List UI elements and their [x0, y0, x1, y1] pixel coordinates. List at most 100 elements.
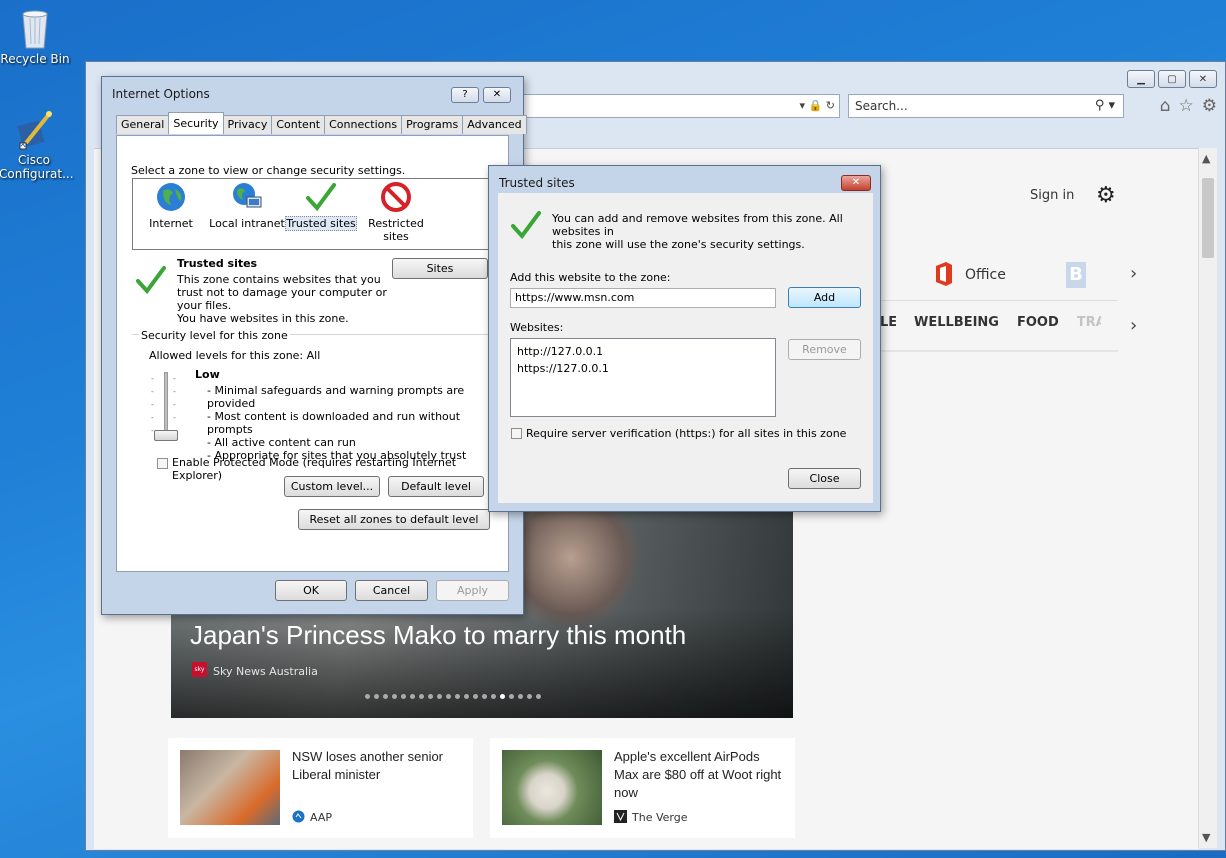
globe-icon [155, 181, 187, 213]
home-icon[interactable]: ⌂ [1160, 96, 1171, 116]
add-website-input[interactable]: https://www.msn.com [510, 288, 776, 308]
carousel-dot[interactable] [491, 694, 496, 699]
remove-button[interactable]: Remove [788, 339, 861, 360]
sites-button[interactable]: Sites [392, 258, 488, 279]
websites-list[interactable]: http://127.0.0.1 https://127.0.0.1 [510, 338, 776, 417]
carousel-dot[interactable] [500, 694, 505, 699]
carousel-dot[interactable] [374, 694, 379, 699]
dialog-close-button[interactable]: ✕ [483, 87, 511, 103]
scroll-down-icon[interactable]: ▼ [1202, 831, 1210, 844]
vertical-scrollbar[interactable]: ▲ ▼ [1198, 148, 1217, 848]
security-tab-page: Select a zone to view or change security… [116, 135, 509, 572]
nav-category[interactable]: FOOD [1017, 315, 1059, 330]
carousel-dot[interactable] [410, 694, 415, 699]
minimize-button[interactable]: ▁ [1127, 70, 1155, 88]
news-thumbnail [502, 750, 602, 825]
office-link[interactable]: Office [965, 267, 1006, 283]
tab-security[interactable]: Security [168, 112, 224, 134]
maximize-button[interactable]: ▢ [1158, 70, 1186, 88]
bing-tile-icon[interactable]: B [1066, 262, 1086, 288]
msn-settings-gear-icon[interactable]: ⚙ [1096, 183, 1116, 208]
refresh-icon[interactable]: ↻ [826, 99, 835, 112]
nav-category[interactable]: LE [880, 315, 896, 330]
default-level-button[interactable]: Default level [388, 476, 484, 497]
recycle-bin-icon [13, 6, 57, 50]
website-item[interactable]: https://127.0.0.1 [517, 360, 769, 377]
favorites-star-icon[interactable]: ☆ [1179, 96, 1194, 116]
restricted-icon [380, 181, 412, 213]
tab-connections[interactable]: Connections [324, 115, 403, 134]
zone-trusted-sites[interactable]: Trusted sites [285, 181, 357, 231]
tab-privacy[interactable]: Privacy [222, 115, 273, 134]
sign-in-link[interactable]: Sign in [1030, 188, 1074, 203]
chevron-right-icon[interactable]: › [1130, 263, 1137, 284]
protected-mode-checkbox[interactable] [157, 458, 168, 469]
zone-local-intranet[interactable]: Local intranet [209, 181, 285, 230]
dialog-titlebar[interactable]: Trusted sites ✕ [489, 166, 880, 194]
carousel-dot[interactable] [473, 694, 478, 699]
desktop-icon-recycle-bin[interactable]: Recycle Bin [0, 6, 70, 66]
carousel-dot[interactable] [392, 694, 397, 699]
news-title[interactable]: NSW loses another senior Liberal ministe… [292, 748, 462, 784]
office-logo-icon[interactable] [934, 262, 954, 286]
carousel-dot[interactable] [419, 694, 424, 699]
search-placeholder: Search... [855, 99, 908, 113]
security-level-group-label: Security level for this zone [139, 329, 290, 342]
carousel-dot[interactable] [482, 694, 487, 699]
zone-internet[interactable]: Internet [137, 181, 205, 230]
chevron-right-icon[interactable]: › [1130, 315, 1137, 336]
close-button[interactable]: Close [788, 468, 861, 489]
trusted-check-icon [510, 209, 542, 244]
news-title[interactable]: Apple's excellent AirPods Max are $80 of… [614, 748, 784, 802]
hero-title[interactable]: Japan's Princess Mako to marry this mont… [190, 620, 686, 651]
slider-thumb[interactable] [154, 430, 178, 441]
search-icon[interactable]: ⚲ ▾ [1095, 98, 1115, 113]
tab-general[interactable]: General [116, 115, 170, 134]
settings-gear-icon[interactable]: ⚙ [1202, 96, 1217, 116]
scroll-thumb[interactable] [1202, 178, 1214, 258]
divider [880, 300, 1118, 301]
info-line: this zone will use the zone's security s… [552, 238, 805, 251]
news-card[interactable]: NSW loses another senior Liberal ministe… [168, 738, 473, 838]
carousel-dot[interactable] [536, 694, 541, 699]
tab-advanced[interactable]: Advanced [462, 115, 527, 134]
desktop-icon-cisco-configurator[interactable]: Cisco Configurat... [0, 107, 74, 181]
tab-content[interactable]: Content [271, 115, 326, 134]
tab-programs[interactable]: Programs [401, 115, 464, 134]
carousel-dot[interactable] [401, 694, 406, 699]
carousel-dot[interactable] [428, 694, 433, 699]
dialog-title: Internet Options [112, 87, 210, 101]
carousel-dot[interactable] [455, 694, 460, 699]
dialog-close-button[interactable]: ✕ [841, 175, 871, 191]
add-button[interactable]: Add [788, 287, 861, 308]
zone-label: Local intranet [209, 217, 285, 230]
cancel-button[interactable]: Cancel [355, 580, 428, 601]
carousel-dot[interactable] [527, 694, 532, 699]
carousel-dot[interactable] [509, 694, 514, 699]
nav-category[interactable]: TRA [1077, 315, 1101, 330]
carousel-dot[interactable] [464, 694, 469, 699]
custom-level-button[interactable]: Custom level... [284, 476, 380, 497]
help-button[interactable]: ? [451, 87, 479, 103]
carousel-dot[interactable] [518, 694, 523, 699]
apply-button[interactable]: Apply [436, 580, 509, 601]
require-https-checkbox[interactable] [511, 428, 522, 439]
ie-toolbar-icons: ⌂ ☆ ⚙ [1160, 96, 1217, 116]
close-button[interactable]: ✕ [1189, 70, 1217, 88]
zone-label: Restricted sites [368, 217, 424, 243]
scroll-up-icon[interactable]: ▲ [1202, 152, 1210, 165]
carousel-dot[interactable] [383, 694, 388, 699]
security-level-slider[interactable]: ----- ----- [151, 372, 181, 442]
cisco-wand-icon [12, 107, 56, 151]
website-item[interactable]: http://127.0.0.1 [517, 343, 769, 360]
carousel-dot[interactable] [446, 694, 451, 699]
zone-restricted-sites[interactable]: Restricted sites [361, 181, 431, 243]
reset-all-zones-button[interactable]: Reset all zones to default level [298, 509, 490, 530]
dialog-titlebar[interactable]: Internet Options ? ✕ [102, 77, 523, 105]
nav-category[interactable]: WELLBEING [914, 315, 999, 330]
search-input[interactable]: Search... ⚲ ▾ [848, 94, 1124, 118]
carousel-dot[interactable] [365, 694, 370, 699]
carousel-dot[interactable] [437, 694, 442, 699]
ok-button[interactable]: OK [275, 580, 347, 601]
news-card[interactable]: Apple's excellent AirPods Max are $80 of… [490, 738, 795, 838]
